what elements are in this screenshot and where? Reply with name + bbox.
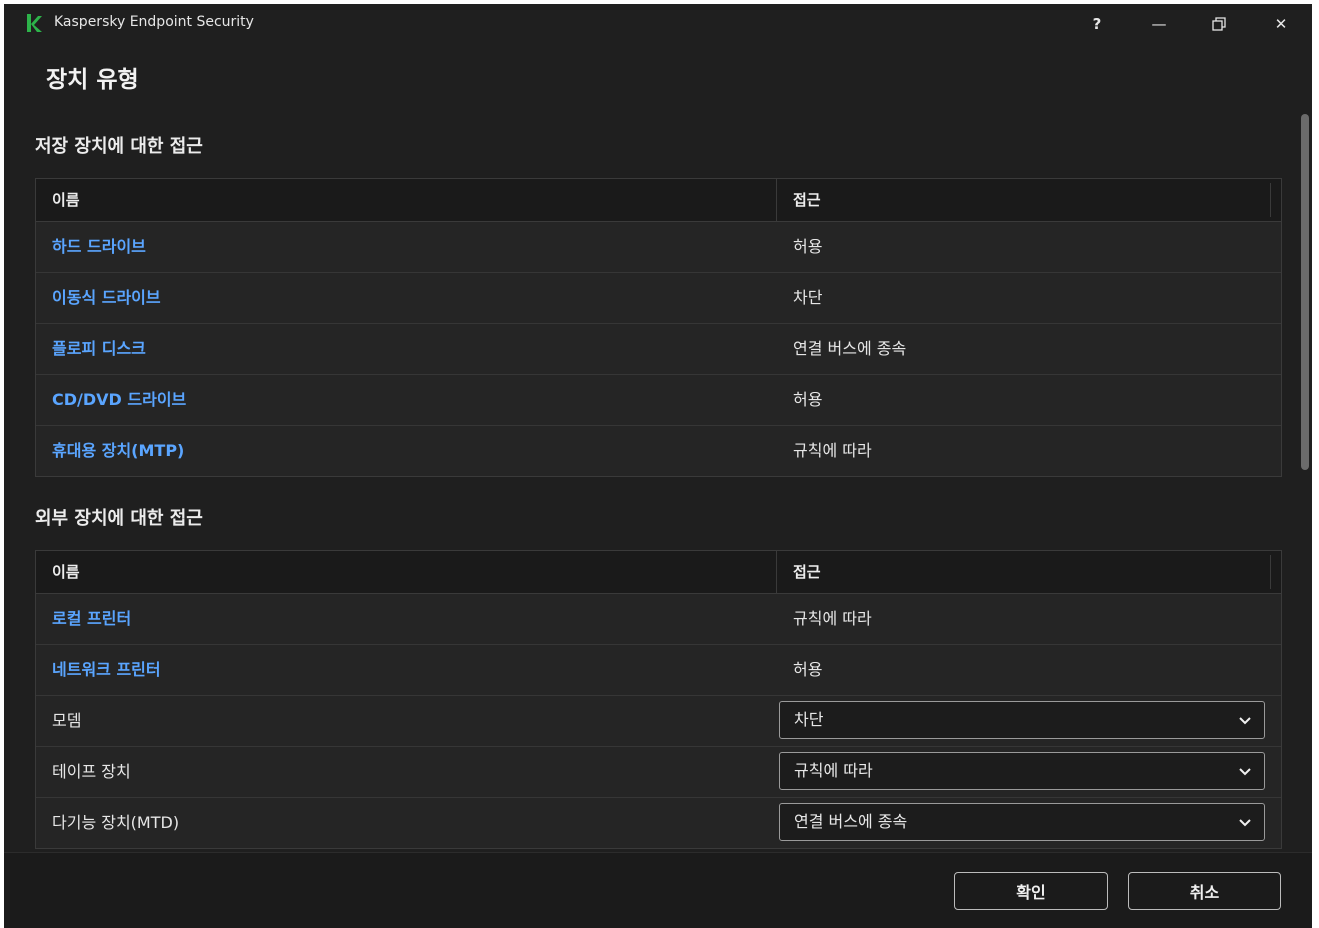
external-table-header: 이름 접근 xyxy=(36,551,1281,594)
access-value: 허용 xyxy=(793,390,823,409)
device-link-removable-drive[interactable]: 이동식 드라이브 xyxy=(36,273,777,323)
chevron-down-icon xyxy=(1239,768,1251,776)
select-value: 차단 xyxy=(794,710,824,729)
chevron-down-icon xyxy=(1239,717,1251,725)
ok-button[interactable]: 확인 xyxy=(954,872,1108,910)
external-table: 이름 접근 로컬 프린터 규칙에 따라 네트워크 프린터 허용 모뎀 차단 테이 xyxy=(35,550,1282,849)
access-value: 허용 xyxy=(793,237,823,256)
access-column-header[interactable]: 접근 xyxy=(777,179,1281,221)
cancel-button[interactable]: 취소 xyxy=(1128,872,1281,910)
access-value: 규칙에 따라 xyxy=(793,609,872,628)
maximize-button[interactable] xyxy=(1188,4,1250,44)
table-row[interactable]: 휴대용 장치(MTP) 규칙에 따라 xyxy=(36,426,1281,476)
column-divider xyxy=(1270,183,1271,217)
kaspersky-logo-icon xyxy=(27,14,42,32)
device-name-modem: 모뎀 xyxy=(52,711,82,730)
column-divider xyxy=(1270,555,1271,589)
select-value: 규칙에 따라 xyxy=(794,761,873,780)
table-row[interactable]: 플로피 디스크 연결 버스에 종속 xyxy=(36,324,1281,375)
table-row[interactable]: 하드 드라이브 허용 xyxy=(36,222,1281,273)
access-value: 허용 xyxy=(793,660,823,679)
vertical-scrollbar[interactable] xyxy=(1298,114,1312,852)
storage-table-header: 이름 접근 xyxy=(36,179,1281,222)
device-link-cd-dvd-drive[interactable]: CD/DVD 드라이브 xyxy=(36,375,777,425)
device-name-tape-device: 테이프 장치 xyxy=(52,762,131,781)
external-section-title: 외부 장치에 대한 접근 xyxy=(35,508,203,529)
app-title: Kaspersky Endpoint Security xyxy=(54,14,254,30)
chevron-down-icon xyxy=(1239,819,1251,827)
minimize-button[interactable]: — xyxy=(1128,4,1190,44)
table-row[interactable]: 로컬 프린터 규칙에 따라 xyxy=(36,594,1281,645)
access-value: 규칙에 따라 xyxy=(793,441,872,460)
dialog-footer: 확인 취소 xyxy=(4,852,1312,928)
table-row[interactable]: 다기능 장치(MTD) 연결 버스에 종속 xyxy=(36,798,1281,848)
access-select-multifunction-device[interactable]: 연결 버스에 종속 xyxy=(779,803,1265,841)
access-select-tape-device[interactable]: 규칙에 따라 xyxy=(779,752,1265,790)
table-row[interactable]: 네트워크 프린터 허용 xyxy=(36,645,1281,696)
name-column-header[interactable]: 이름 xyxy=(36,179,777,221)
table-row[interactable]: 테이프 장치 규칙에 따라 xyxy=(36,747,1281,798)
select-value: 연결 버스에 종속 xyxy=(794,812,908,831)
device-link-local-printer[interactable]: 로컬 프린터 xyxy=(36,594,777,644)
table-row[interactable]: 모뎀 차단 xyxy=(36,696,1281,747)
device-link-portable-mtp[interactable]: 휴대용 장치(MTP) xyxy=(36,426,777,476)
access-column-header[interactable]: 접근 xyxy=(777,551,1281,593)
storage-table: 이름 접근 하드 드라이브 허용 이동식 드라이브 차단 플로피 디스크 연결 … xyxy=(35,178,1282,477)
help-button[interactable]: ? xyxy=(1066,4,1128,44)
page-title: 장치 유형 xyxy=(46,67,139,93)
title-bar: Kaspersky Endpoint Security ? — ✕ xyxy=(4,4,1312,44)
name-column-header[interactable]: 이름 xyxy=(36,551,777,593)
storage-section-title: 저장 장치에 대한 접근 xyxy=(35,136,203,157)
app-window: Kaspersky Endpoint Security ? — ✕ 장치 유형 … xyxy=(4,4,1312,928)
scrollbar-thumb[interactable] xyxy=(1301,114,1309,470)
table-row[interactable]: CD/DVD 드라이브 허용 xyxy=(36,375,1281,426)
access-value: 연결 버스에 종속 xyxy=(793,339,907,358)
access-value: 차단 xyxy=(793,288,823,307)
device-link-network-printer[interactable]: 네트워크 프린터 xyxy=(36,645,777,695)
device-link-hard-drive[interactable]: 하드 드라이브 xyxy=(36,222,777,272)
restore-icon xyxy=(1212,17,1226,31)
access-select-modem[interactable]: 차단 xyxy=(779,701,1265,739)
table-row[interactable]: 이동식 드라이브 차단 xyxy=(36,273,1281,324)
close-button[interactable]: ✕ xyxy=(1250,4,1312,44)
device-name-multifunction-device: 다기능 장치(MTD) xyxy=(52,813,180,832)
main-content: 저장 장치에 대한 접근 이름 접근 하드 드라이브 허용 이동식 드라이브 차… xyxy=(4,114,1298,852)
device-link-floppy-disk[interactable]: 플로피 디스크 xyxy=(36,324,777,374)
